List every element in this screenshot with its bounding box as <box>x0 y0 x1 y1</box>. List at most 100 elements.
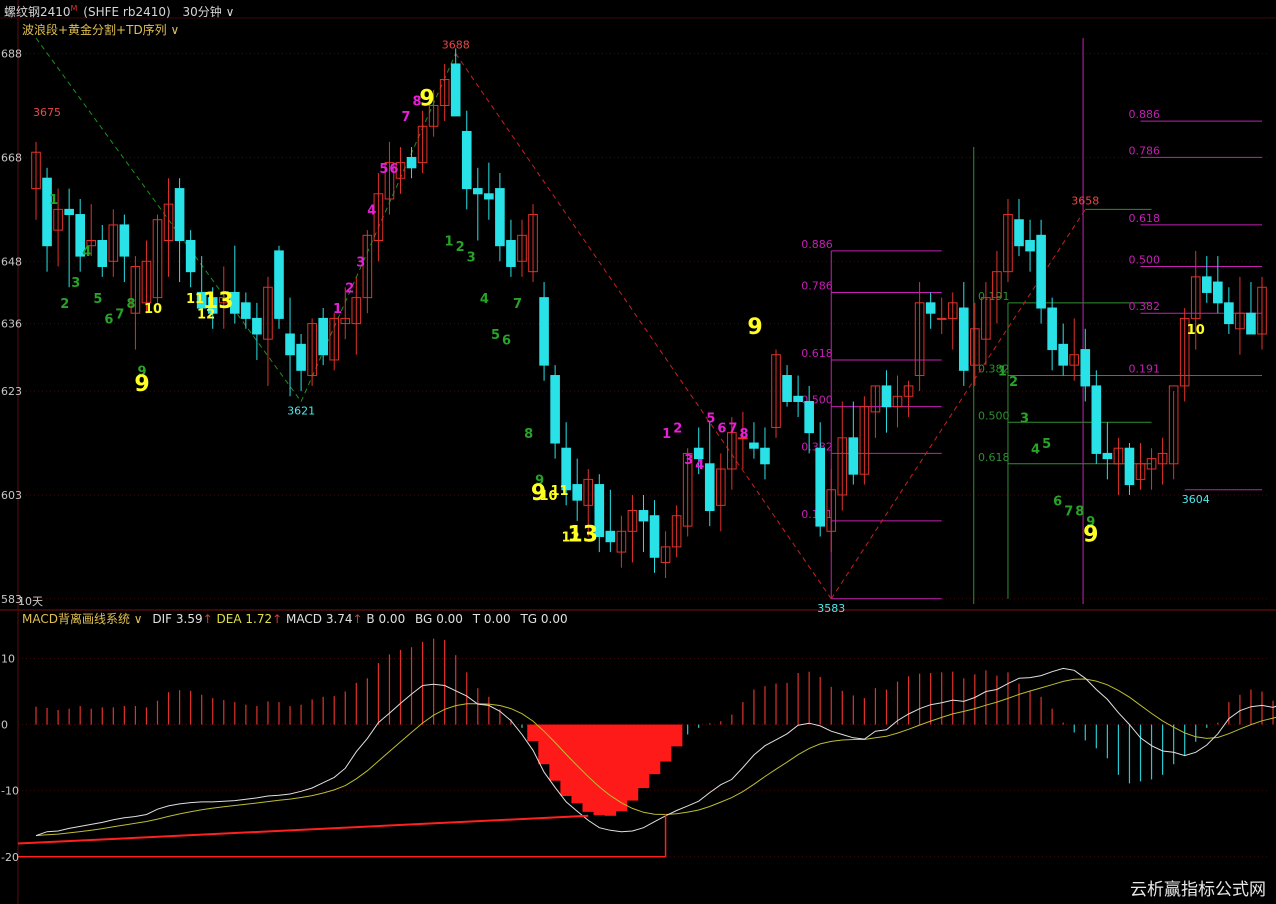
td-count-label: 3 <box>71 276 80 291</box>
macd-histogram-bar <box>1095 724 1097 749</box>
candle-body <box>97 240 108 267</box>
macd-histogram-bar <box>1239 694 1241 725</box>
candle-body <box>1091 385 1102 454</box>
fib-level-label: 0.618 <box>1129 212 1161 225</box>
macd-histogram-bar <box>698 724 700 728</box>
macd-histogram-bar <box>1161 724 1164 775</box>
macd-histogram-bar <box>1029 690 1031 725</box>
macd-histogram-bar <box>560 724 572 796</box>
macd-histogram-bar <box>775 683 777 725</box>
td-count-label: 3 <box>1020 411 1029 426</box>
macd-histogram-bar <box>1150 724 1153 780</box>
macd-histogram-bar <box>941 672 943 725</box>
price-extreme-label: 3688 <box>442 39 470 52</box>
symbol-header[interactable]: 螺纹钢2410M (SHFE rb2410) 30分钟 ∨ <box>4 3 234 20</box>
candle-body <box>1224 302 1234 325</box>
macd-histogram-bar <box>190 690 192 725</box>
candle-body <box>749 442 759 449</box>
macd-histogram-bar <box>1195 724 1197 742</box>
macd-histogram-bar <box>79 706 81 725</box>
macd-label: MACD <box>286 612 322 626</box>
macd-histogram-bar <box>885 689 888 725</box>
td-count-label: 9 <box>1083 523 1098 548</box>
macd-histogram-bar <box>46 708 48 725</box>
macd-histogram-bar <box>1184 724 1186 756</box>
candle-body <box>174 188 185 242</box>
chevron-down-icon: ∨ <box>221 5 235 19</box>
candle-body <box>506 240 516 267</box>
macd-histogram-bar <box>1206 724 1208 728</box>
macd-histogram-bar <box>764 686 766 725</box>
wave-segment-line <box>830 209 1086 600</box>
td-count-label: 1 <box>445 235 454 250</box>
td-count-label: 11 <box>186 292 204 307</box>
td-count-label: 3 <box>684 453 693 468</box>
macd-histogram-bar <box>90 708 92 725</box>
dea-label: DEA <box>216 612 242 626</box>
dea-value: 1.72 <box>245 612 273 626</box>
td-count-label: 3 <box>356 255 365 270</box>
period-selector[interactable]: 30分钟 ∨ <box>183 5 235 19</box>
macd-histogram-bar <box>549 724 561 781</box>
td-count-label: 3 <box>467 250 476 265</box>
main-indicator-label: 波浪段+黄金分割+TD序列 <box>22 23 167 37</box>
td-count-label: 5 <box>93 292 102 307</box>
macd-histogram-bar <box>626 724 639 801</box>
price-tick-label: 668 <box>1 151 22 164</box>
macd-histogram-bar <box>256 706 258 725</box>
candle-body <box>1246 312 1256 335</box>
t-value: 0.00 <box>483 612 511 626</box>
macd-histogram-bar <box>720 721 722 725</box>
td-count-label: 4 <box>1031 442 1040 457</box>
main-indicator-selector[interactable]: 波浪段+黄金分割+TD序列 ∨ <box>22 21 179 38</box>
candle-body <box>450 63 461 117</box>
td-count-label: 4 <box>82 245 91 260</box>
candle-body <box>1047 307 1057 351</box>
period-label: 30分钟 <box>182 5 222 19</box>
macd-histogram-bar <box>488 696 490 725</box>
td-count-label: 6 <box>104 313 113 328</box>
macd-histogram-bar <box>134 706 137 725</box>
macd-header[interactable]: MACD背离画线系统 ∨ DIF 3.59↑ DEA 1.72↑ MACD 3.… <box>22 610 568 627</box>
macd-histogram-bar <box>421 641 424 725</box>
macd-histogram-bar <box>742 702 744 725</box>
macd-histogram-bar <box>852 695 854 725</box>
macd-tick-label: -10 <box>1 785 19 798</box>
macd-histogram-bar <box>841 690 843 725</box>
td-count-label: 7 <box>728 422 737 437</box>
td-count-label: 5 <box>379 162 388 177</box>
arrow-up-icon: ↑ <box>352 612 363 626</box>
td-count-label: 9 <box>747 315 762 340</box>
fib-level-label: 0.500 <box>1129 253 1161 266</box>
chart-canvas: 0.8860.7860.6180.5000.3820.1910.1910.382… <box>0 0 1276 904</box>
candle-body <box>936 317 947 320</box>
td-count-label: 7 <box>513 297 522 312</box>
macd-histogram-bar <box>333 696 335 725</box>
candle-body <box>64 208 74 216</box>
td-count-label: 2 <box>456 240 465 255</box>
td-count-label: 1 <box>49 193 58 208</box>
td-count-label: 5 <box>706 411 715 426</box>
macd-histogram-bar <box>300 704 302 725</box>
macd-histogram-bar <box>731 714 733 725</box>
macd-histogram-bar <box>278 702 280 725</box>
fib-level-label: 0.618 <box>801 347 833 360</box>
macd-histogram-bar <box>637 724 650 789</box>
macd-histogram-bar <box>289 706 291 725</box>
macd-tick-label: -20 <box>1 851 19 864</box>
price-extreme-label: 3675 <box>33 106 61 119</box>
fibonacci-layer: 0.8860.7860.6180.5000.3820.1910.1910.382… <box>801 38 1262 604</box>
candle-body <box>1025 240 1035 252</box>
td-count-label: 6 <box>717 422 726 437</box>
macd-histogram-bar <box>687 724 689 735</box>
period-count-label: 10天 <box>18 595 43 608</box>
price-tick-label: 623 <box>1 385 22 398</box>
macd-histogram-bar <box>1261 691 1263 725</box>
macd-histogram-bar <box>35 706 37 725</box>
candle-body <box>1124 447 1135 486</box>
macd-histogram-bar <box>57 710 59 725</box>
candle-body <box>804 400 814 434</box>
price-extreme-label: 3621 <box>287 404 315 417</box>
t-label: T <box>472 612 481 626</box>
candle-body <box>318 317 328 356</box>
